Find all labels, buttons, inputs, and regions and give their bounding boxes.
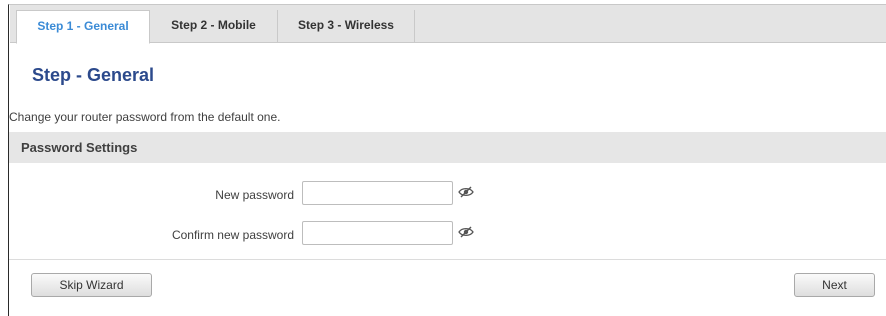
section-header-password-settings: Password Settings — [9, 132, 886, 163]
eye-slash-icon[interactable] — [458, 226, 474, 238]
tab-step-2-mobile[interactable]: Step 2 - Mobile — [150, 10, 278, 43]
tab-step-1-general[interactable]: Step 1 - General — [16, 10, 150, 44]
footer-divider — [9, 259, 886, 260]
new-password-input[interactable] — [302, 181, 453, 205]
confirm-password-input[interactable] — [302, 221, 453, 245]
new-password-label: New password — [215, 188, 294, 202]
tab-step-3-wireless[interactable]: Step 3 - Wireless — [278, 10, 415, 43]
confirm-password-label: Confirm new password — [171, 228, 294, 242]
next-button[interactable]: Next — [794, 273, 875, 297]
page-title: Step - General — [32, 65, 155, 85]
skip-wizard-button[interactable]: Skip Wizard — [31, 273, 152, 297]
wizard-panel: Step 1 - General Step 2 - Mobile Step 3 … — [8, 4, 886, 316]
eye-slash-icon[interactable] — [458, 186, 474, 198]
page-description: Change your router password from the def… — [9, 110, 281, 124]
wizard-tab-bar: Step 1 - General Step 2 - Mobile Step 3 … — [10, 5, 886, 44]
